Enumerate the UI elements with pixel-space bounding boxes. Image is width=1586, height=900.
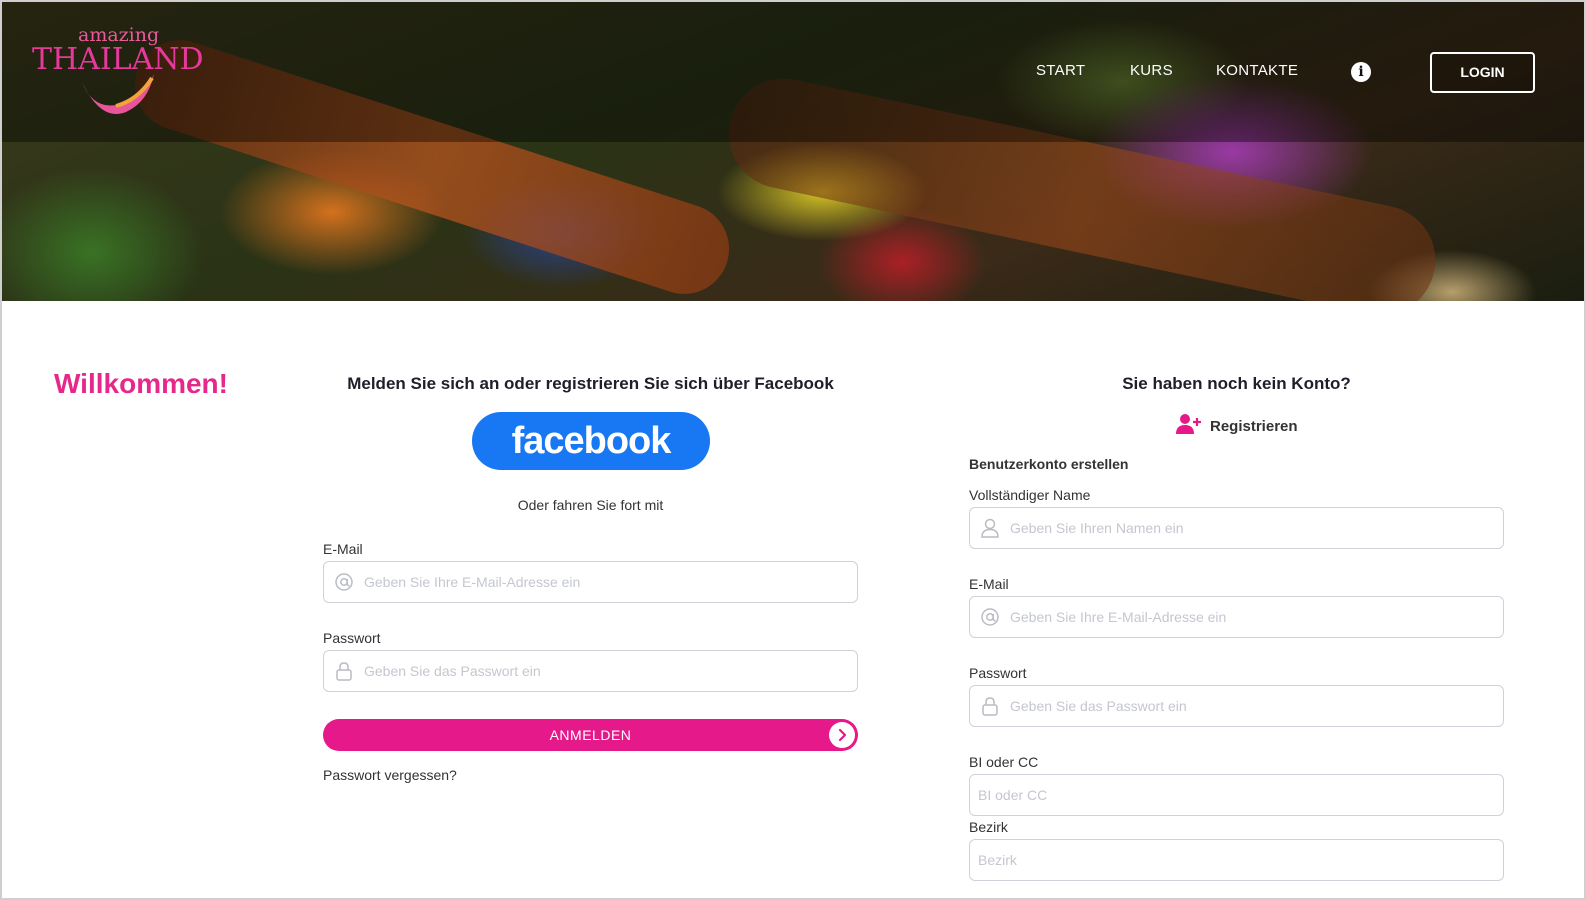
register-title: Sie haben noch kein Konto? [1122, 374, 1351, 393]
register-password-label: Passwort [969, 665, 1027, 681]
lock-icon [970, 696, 1010, 716]
login-email-placeholder: Geben Sie Ihre E-Mail-Adresse ein [364, 574, 581, 590]
login-button[interactable]: LOGIN [1430, 52, 1535, 93]
register-email-label: E-Mail [969, 576, 1009, 592]
register-bezirk-label: Bezirk [969, 819, 1008, 835]
login-password-label: Passwort [323, 630, 381, 646]
register-link-label: Registrieren [1210, 417, 1298, 435]
login-password-placeholder: Geben Sie das Passwort ein [364, 663, 541, 679]
register-bi-label: BI oder CC [969, 754, 1039, 770]
create-account-title: Benutzerkonto erstellen [969, 456, 1129, 472]
hero-banner-image [2, 2, 1584, 301]
at-sign-icon [970, 607, 1010, 627]
register-email-placeholder: Geben Sie Ihre E-Mail-Adresse ein [1010, 609, 1227, 625]
facebook-login-button[interactable]: facebook [472, 412, 710, 470]
register-name-placeholder: Geben Sie Ihren Namen ein [1010, 520, 1184, 536]
register-password-placeholder: Geben Sie das Passwort ein [1010, 698, 1187, 714]
register-email-field[interactable]: Geben Sie Ihre E-Mail-Adresse ein [969, 596, 1504, 638]
register-password-field[interactable]: Geben Sie das Passwort ein [969, 685, 1504, 727]
register-name-field[interactable]: Geben Sie Ihren Namen ein [969, 507, 1504, 549]
register-bi-field[interactable]: BI oder CC [969, 774, 1504, 816]
user-icon [970, 518, 1010, 538]
register-bezirk-placeholder: Bezirk [978, 852, 1017, 868]
login-email-label: E-Mail [323, 541, 363, 557]
welcome-heading: Willkommen! [54, 368, 228, 399]
arrow-right-icon [829, 722, 855, 748]
login-title: Melden Sie sich an oder registrieren Sie… [347, 374, 834, 393]
register-name-label: Vollständiger Name [969, 487, 1091, 503]
register-link[interactable]: Registrieren [1176, 413, 1298, 439]
at-sign-icon [324, 572, 364, 592]
forgot-password-link[interactable]: Passwort vergessen? [323, 767, 457, 783]
or-continue-text: Oder fahren Sie fort mit [517, 497, 664, 513]
login-email-field[interactable]: Geben Sie Ihre E-Mail-Adresse ein [323, 561, 858, 603]
anmelden-button[interactable]: ANMELDEN [323, 719, 858, 751]
lock-icon [324, 661, 364, 681]
register-bi-placeholder: BI oder CC [978, 787, 1048, 803]
login-password-field[interactable]: Geben Sie das Passwort ein [323, 650, 858, 692]
amazing-thailand-logo[interactable]: amazing THAILAND [32, 24, 204, 124]
nav-kurs[interactable]: KURS [1130, 62, 1173, 79]
header-overlay [2, 2, 1584, 142]
nav-kontakte[interactable]: KONTAKTE [1216, 62, 1298, 79]
add-user-icon [1176, 413, 1202, 439]
anmelden-label: ANMELDEN [549, 727, 632, 743]
nav-start[interactable]: START [1036, 62, 1085, 79]
info-icon[interactable]: i [1351, 62, 1371, 82]
register-bezirk-field[interactable]: Bezirk [969, 839, 1504, 881]
logo-swoosh-icon [82, 74, 154, 114]
